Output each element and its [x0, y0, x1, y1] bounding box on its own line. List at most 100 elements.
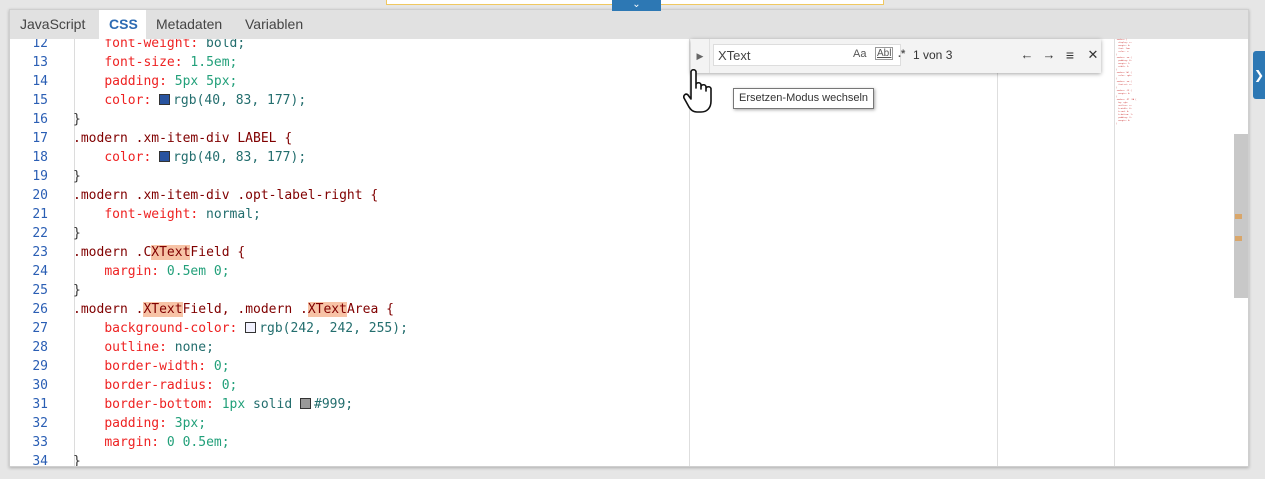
code-token: border-radius: [104, 378, 214, 393]
find-widget: ▶ Aa Abl .* 1 von 3 ← → ≡ ✕ [691, 39, 1101, 73]
code-text: .modern .xm-item-div .opt-label-right { [73, 186, 378, 205]
color-swatch[interactable] [159, 94, 171, 105]
code-token: .modern .xm-item-div .opt-label-right { [73, 188, 379, 203]
search-match-highlight: XText [143, 302, 183, 317]
code-area[interactable]: 12 font-weight: bold; 13 font-size: 1.5em… [10, 39, 689, 467]
code-token: } [73, 283, 81, 298]
code-token: } [73, 454, 81, 467]
line-number: 34 [32, 454, 48, 467]
line-number: 26 [32, 302, 48, 317]
line-number: 12 [32, 39, 48, 51]
tab-metadaten[interactable]: Metadaten [146, 10, 235, 39]
code-token: 3px; [166, 416, 207, 431]
collapse-panel-button[interactable]: ⌄ [612, 0, 661, 11]
code-text: font-weight: bold; [73, 39, 245, 53]
code-line: 12 font-weight: bold; [10, 39, 689, 53]
color-swatch[interactable] [300, 398, 311, 409]
code-line: 27 background-color: rgb(242, 242, 255); [10, 319, 689, 338]
code-text: } [73, 224, 81, 243]
triangle-right-icon: ▶ [696, 51, 704, 61]
close-find-button[interactable]: ✕ [1085, 46, 1101, 64]
whole-word-button[interactable]: Abl [875, 47, 894, 60]
code-token: 1.5em; [182, 55, 238, 70]
search-match-highlight: XText [151, 245, 191, 260]
code-line: 25} [10, 281, 689, 300]
find-input[interactable] [713, 44, 901, 66]
code-token: .modern . [73, 302, 144, 317]
match-count: 1 von 3 [913, 48, 953, 62]
code-token: margin: [104, 264, 160, 279]
tab-variablen[interactable]: Variablen [235, 10, 319, 39]
regex-button[interactable]: .* [898, 48, 905, 60]
close-icon: ✕ [1087, 47, 1099, 62]
line-number: 31 [32, 397, 48, 412]
line-number: 24 [32, 264, 48, 279]
previous-match-button[interactable]: ← [1019, 46, 1035, 64]
code-token: .modern .C [73, 245, 152, 260]
code-text: border-radius: 0; [73, 376, 237, 395]
code-token: } [73, 226, 81, 241]
code-line: 21 font-weight: normal; [10, 205, 689, 224]
code-token: font-weight: [104, 39, 199, 51]
code-text: } [73, 281, 81, 300]
code-line: 19} [10, 167, 689, 186]
code-line: 20 .modern .xm-item-div .opt-label-right … [10, 186, 689, 205]
line-number: 13 [32, 55, 48, 70]
code-token: 0; [206, 359, 230, 374]
code-line: 16} [10, 110, 689, 129]
code-line: 26 .modern .XTextField, .modern .XTextAre… [10, 300, 689, 319]
hand-pointer-icon [683, 68, 712, 113]
line-number: 30 [32, 378, 48, 393]
color-swatch[interactable] [159, 151, 171, 162]
code-token: Field { [190, 245, 246, 260]
line-number: 33 [32, 435, 48, 450]
code-token: 0.5em 0; [159, 264, 230, 279]
code-text: } [73, 452, 81, 467]
minimap-text: .modern { display: x; margin: 0; font: 1… [1116, 39, 1137, 125]
code-line: 15 color: rgb(40, 83, 177); [10, 91, 689, 110]
match-case-button[interactable]: Aa [853, 48, 866, 60]
code-line: 18 color: rgb(40, 83, 177); [10, 148, 689, 167]
line-number: 21 [32, 207, 48, 222]
tab-css[interactable]: CSS [99, 10, 146, 40]
code-token: rgb(40, 83, 177); [173, 150, 307, 165]
color-swatch[interactable] [245, 322, 257, 333]
code-text: padding: 3px; [73, 414, 206, 433]
code-line: 29 border-width: 0; [10, 357, 689, 376]
code-token: solid [245, 397, 300, 412]
line-number: 22 [32, 226, 48, 241]
side-panel-toggle[interactable]: ❯ [1253, 51, 1265, 99]
search-match-highlight: XText [307, 302, 347, 317]
code-editor[interactable]: 12 font-weight: bold; 13 font-size: 1.5em… [10, 39, 1248, 467]
line-number: 28 [32, 340, 48, 355]
code-line: 34} [10, 452, 689, 467]
chevron-right-icon: ❯ [1253, 68, 1265, 82]
code-token: padding: [104, 416, 167, 431]
tab-javascript[interactable]: JavaScript [10, 10, 99, 39]
code-text: font-weight: normal; [73, 205, 261, 224]
find-in-selection-button[interactable]: ≡ [1062, 46, 1078, 64]
code-line: 14 padding: 5px 5px; [10, 72, 689, 91]
next-match-button[interactable]: → [1041, 46, 1057, 64]
code-text: background-color: rgb(242, 242, 255); [73, 319, 408, 338]
code-line: 32 padding: 3px; [10, 414, 689, 433]
code-text: color: rgb(40, 83, 177); [73, 91, 306, 110]
chevron-down-icon: ⌄ [632, 0, 641, 10]
tab-bar: JavaScript CSS Metadaten Variablen [10, 10, 1248, 40]
code-token: rgb(40, 83, 177); [173, 93, 307, 108]
line-number: 25 [32, 283, 48, 298]
code-token: padding: [104, 74, 167, 89]
match-marker [1235, 214, 1242, 219]
code-token: bold; [198, 39, 246, 51]
code-line: 30 border-radius: 0; [10, 376, 689, 395]
code-token: #999; [314, 397, 354, 412]
code-token: Area { [346, 302, 394, 317]
